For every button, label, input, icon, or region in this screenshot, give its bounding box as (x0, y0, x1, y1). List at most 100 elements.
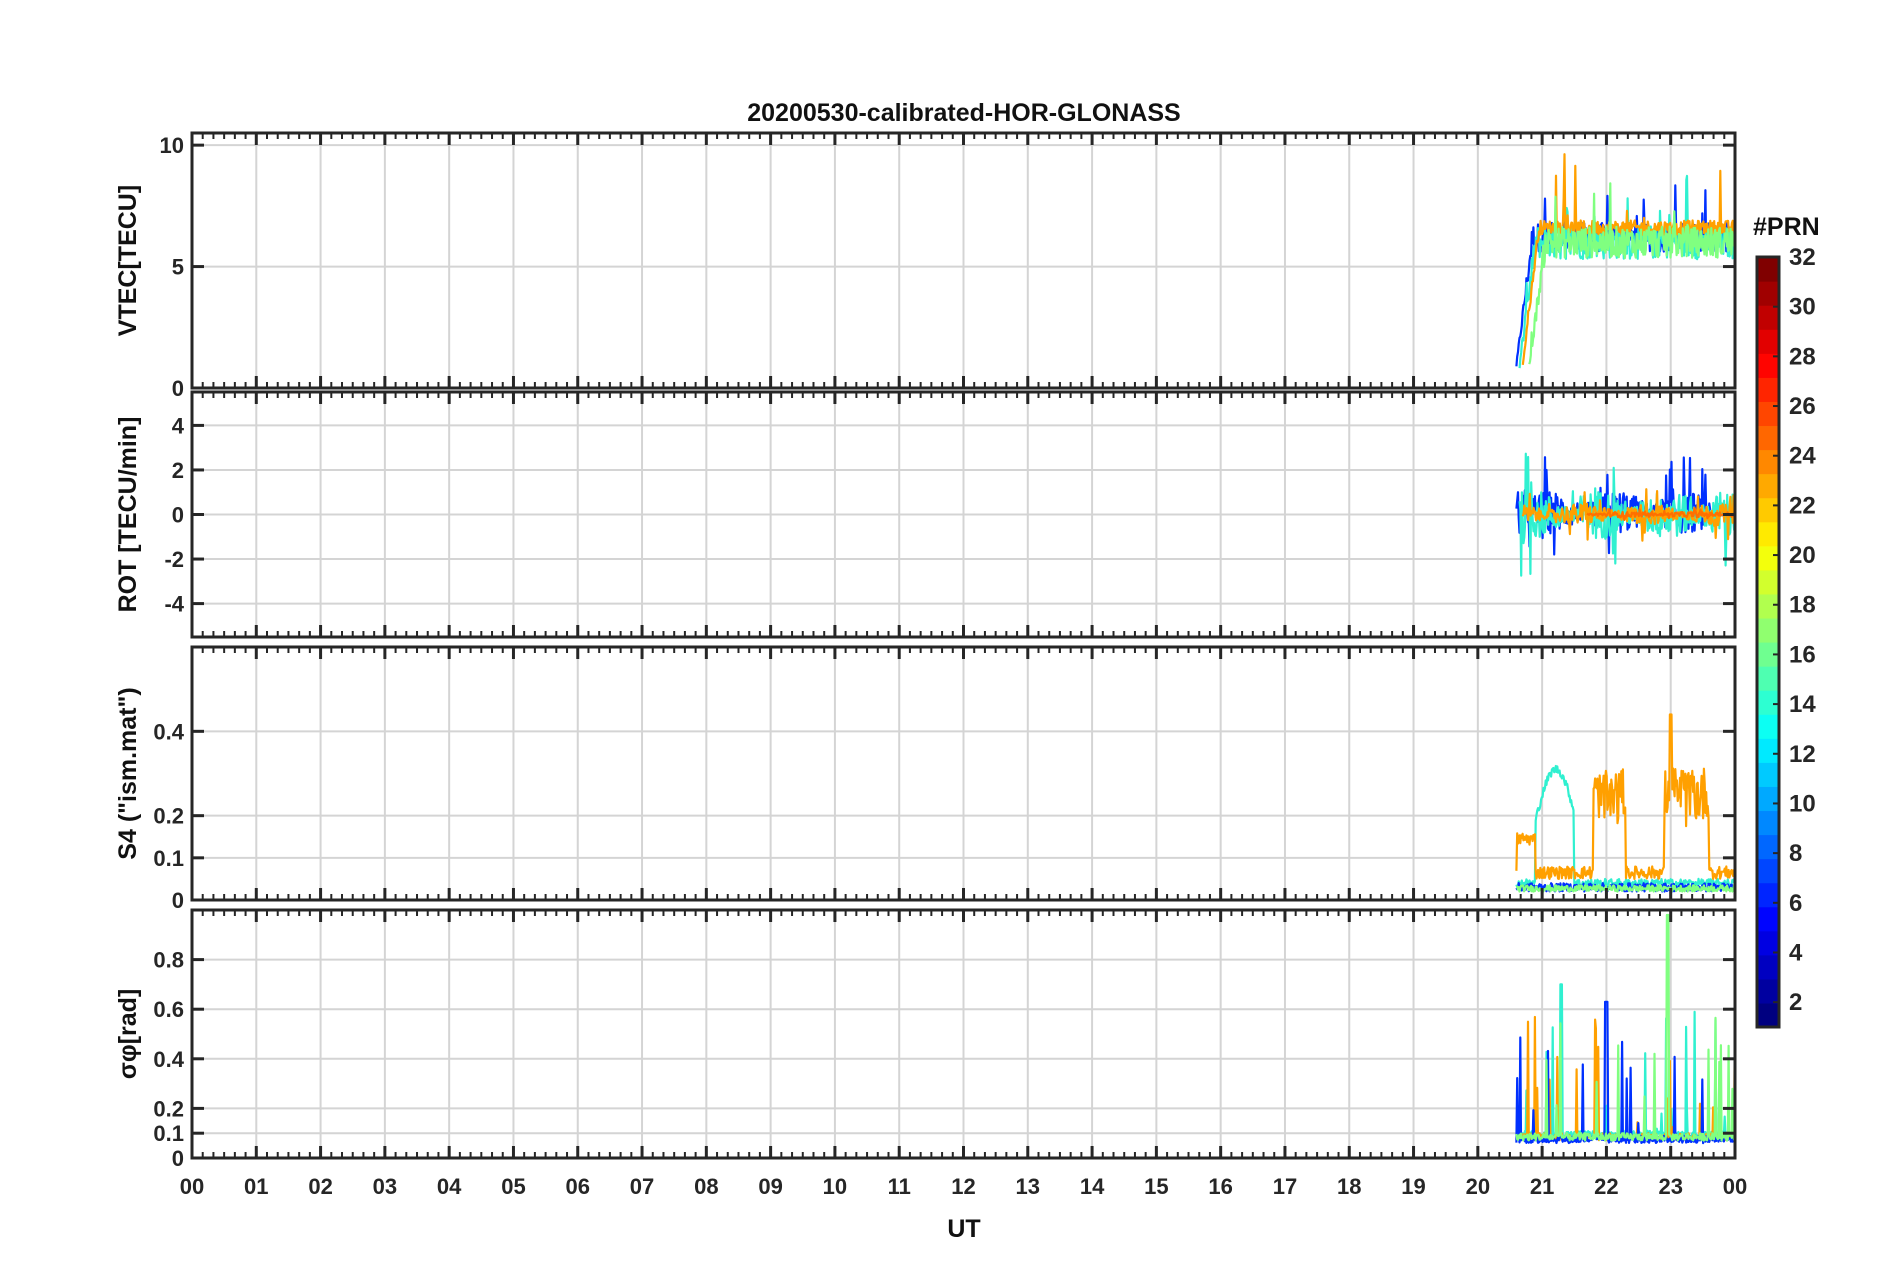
colorbar-segment (1757, 281, 1779, 306)
panel-sigphi: 00.10.2 0.4 0.6 0.8 σφ[rad] (114, 908, 1737, 1171)
x-tick-label: 08 (694, 1174, 718, 1199)
y-tick-label: 0.1 (153, 846, 184, 871)
x-tick-label: 00 (1723, 1174, 1747, 1199)
colorbar-tick-label: 16 (1789, 641, 1816, 668)
y-tick-label: 2 (172, 458, 184, 483)
colorbar-tick-label: 2 (1789, 989, 1802, 1016)
panel-vtec: 0 5 10 VTEC[TECU] (114, 131, 1737, 401)
colorbar-segment (1757, 810, 1779, 836)
colorbar-segment (1757, 666, 1779, 691)
x-tick-label: 23 (1658, 1174, 1682, 1199)
colorbar-tick-label: 4 (1789, 939, 1803, 966)
colorbar-segment (1757, 569, 1779, 595)
y-tick-label: 0.6 (153, 997, 184, 1022)
colorbar-segment (1757, 521, 1779, 547)
colorbar-tick-label: 12 (1789, 741, 1816, 768)
y-axis-label: VTEC[TECU] (114, 185, 142, 336)
x-tick-label: 20 (1466, 1174, 1490, 1199)
colorbar-tick-label: 32 (1789, 244, 1816, 271)
colorbar-tick-label: 20 (1789, 542, 1816, 569)
y-tick-label: 0.8 (153, 948, 184, 973)
colorbar-tick-label: 6 (1789, 890, 1802, 917)
x-tick-label: 03 (373, 1174, 397, 1199)
y-tick-label: 0 (172, 1146, 184, 1171)
y-tick-label: 0 (172, 376, 184, 401)
x-tick-label: 11 (888, 1174, 911, 1199)
y-axis-label: ROT [TECU/min] (114, 417, 142, 613)
y-tick-label: -2 (164, 547, 184, 572)
colorbar-segment (1757, 738, 1779, 763)
x-tick-label: 07 (630, 1174, 654, 1199)
colorbar-tick-label: 14 (1789, 691, 1816, 718)
colorbar-segment (1757, 497, 1779, 523)
x-tick-label: 19 (1401, 1174, 1425, 1199)
colorbar-segment (1757, 978, 1779, 1004)
colorbar-tick-label: 22 (1789, 492, 1816, 519)
colorbar-segment (1757, 858, 1779, 884)
y-tick-label: 0.4 (153, 719, 184, 744)
colorbar-tick-label: 18 (1789, 592, 1816, 619)
x-tick-label: 15 (1144, 1174, 1168, 1199)
x-tick-label: 05 (501, 1174, 525, 1199)
panel-rot: -4 -2 0 2 4 ROT [TECU/min] (114, 390, 1737, 639)
x-tick-label: 16 (1208, 1174, 1232, 1199)
colorbar-tick-label: 26 (1789, 393, 1816, 420)
y-tick-label: 0 (172, 503, 184, 528)
x-tick-label: 00 (180, 1174, 204, 1199)
panel-s4: 0 0.1 0.2 0.4 S4 ("ism.mat") (114, 645, 1737, 913)
x-tick-label: 14 (1080, 1174, 1105, 1199)
y-tick-label: 10 (160, 133, 184, 158)
x-tick-label: 02 (308, 1174, 332, 1199)
colorbar-segment (1757, 257, 1779, 282)
colorbar-segment (1757, 329, 1779, 354)
x-tick-label: 09 (758, 1174, 782, 1199)
colorbar-segment (1757, 1002, 1779, 1028)
x-tick-label: 01 (244, 1174, 268, 1199)
colorbar-tick-label: 30 (1789, 294, 1816, 321)
y-tick-label: 4 (172, 413, 185, 438)
chart-title: 20200530-calibrated-HOR-GLONASS (747, 99, 1180, 127)
colorbar-segment (1757, 954, 1779, 980)
x-tick-label: 18 (1337, 1174, 1361, 1199)
y-tick-label: 0.1 (153, 1121, 184, 1146)
colorbar-label: #PRN (1753, 213, 1820, 241)
colorbar-segment (1757, 425, 1779, 451)
y-axis-label: σφ[rad] (114, 989, 142, 1080)
y-tick-label: -4 (164, 592, 184, 617)
colorbar-tick-label: 28 (1789, 343, 1816, 370)
colorbar-segment (1757, 786, 1779, 812)
colorbar-segment (1757, 714, 1779, 739)
colorbar-segment (1757, 545, 1779, 571)
x-tick-label: 21 (1530, 1174, 1554, 1199)
colorbar-segment (1757, 834, 1779, 860)
colorbar-segment (1757, 473, 1779, 499)
x-tick-label: 13 (1016, 1174, 1040, 1199)
x-tick-label: 22 (1594, 1174, 1618, 1199)
y-tick-label: 5 (172, 255, 184, 280)
colorbar-segment (1757, 617, 1779, 643)
colorbar-segment (1757, 906, 1779, 932)
colorbar-segment (1757, 449, 1779, 475)
y-tick-label: 0.2 (153, 804, 184, 829)
x-tick-label: 10 (823, 1174, 847, 1199)
figure: 20200530-calibrated-HOR-GLONASS 0510VTEC… (114, 99, 1820, 1243)
y-axis-label: S4 ("ism.mat") (114, 687, 142, 859)
x-axis-label: UT (947, 1215, 980, 1243)
colorbar-segment (1757, 690, 1779, 715)
x-tick-labels: 00 01 02 03 04 05 06 07 08 09 10 11 12 13 14 15 16 17 18 19… (180, 1174, 1747, 1199)
colorbar-segment (1757, 377, 1779, 402)
panels-group: 0510VTEC[TECU]-4-2024ROT [TECU/min]00.10… (114, 131, 1747, 1199)
x-tick-label: 04 (437, 1174, 462, 1199)
colorbar-segment (1757, 762, 1779, 787)
colorbar: 2468101214161820222426283032#PRN (1753, 213, 1820, 1029)
colorbar-tick-label: 10 (1789, 790, 1816, 817)
colorbar-segment (1757, 305, 1779, 330)
colorbar-segment (1757, 593, 1779, 619)
y-tick-label: 0.2 (153, 1096, 184, 1121)
x-tick-label: 17 (1273, 1174, 1297, 1199)
y-tick-label: 0 (172, 888, 184, 913)
colorbar-tick-label: 24 (1789, 443, 1816, 470)
y-tick-label: 0.4 (153, 1047, 184, 1072)
x-tick-label: 12 (951, 1174, 975, 1199)
x-tick-label: 06 (566, 1174, 590, 1199)
